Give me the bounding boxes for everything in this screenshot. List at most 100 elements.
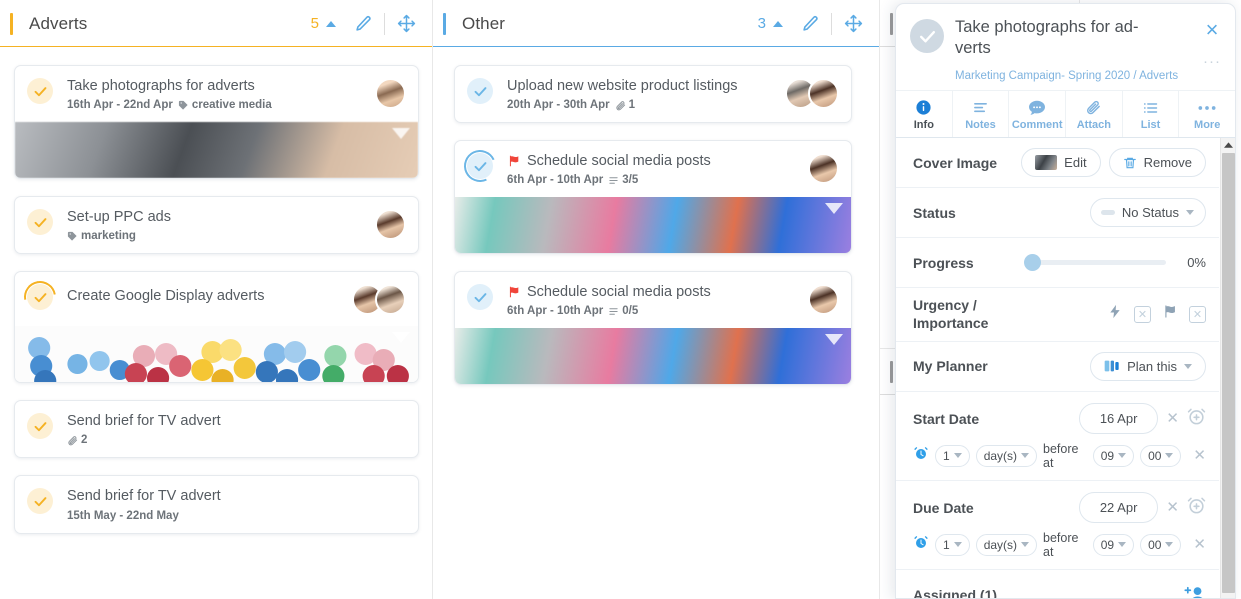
clear-due-date-button[interactable]: ✕ [1166, 500, 1179, 515]
paperclip-icon [616, 100, 625, 110]
reminder-minute-dropdown[interactable]: 00 [1140, 533, 1182, 556]
boxed-x-icon[interactable]: ✕ [1189, 305, 1206, 323]
move-column-handle[interactable] [840, 11, 866, 37]
remove-cover-button[interactable]: Remove [1108, 148, 1206, 178]
column-cards: Take photographs for adverts 16th Apr - … [0, 47, 433, 534]
start-date-value[interactable]: 16 Apr [1078, 403, 1159, 435]
task-assignee-avatars[interactable] [808, 284, 839, 316]
card-expand-caret[interactable] [392, 128, 410, 140]
notes-icon [953, 98, 1009, 117]
attachment-count: 1 [628, 99, 636, 112]
task-dates: 16th Apr - 22nd Apr [67, 99, 173, 112]
avatar [808, 153, 839, 185]
column-title: Adverts [29, 13, 88, 33]
lightning-icon[interactable] [1107, 303, 1123, 325]
add-assignee-icon[interactable] [1184, 585, 1206, 598]
scrollbar-thumb[interactable] [1222, 153, 1235, 594]
reminder-unit-dropdown[interactable]: day(s) [975, 444, 1038, 467]
column-accent-bar [443, 12, 446, 35]
chevron-down-icon [1021, 542, 1030, 548]
chevron-up-icon[interactable] [326, 20, 336, 27]
edit-column-button[interactable] [797, 11, 823, 37]
edit-column-button[interactable] [350, 11, 376, 37]
task-board-app: Adverts 5 Take photographs for adverts 1… [0, 0, 1241, 599]
close-icon[interactable]: × [1206, 19, 1219, 41]
avatar [375, 78, 406, 109]
task-card-title: Schedule social media posts [507, 283, 802, 301]
header-divider [831, 12, 832, 35]
task-assignee-avatars[interactable] [785, 78, 839, 109]
task-complete-checkbox[interactable] [27, 78, 53, 104]
reminder-amount-dropdown[interactable]: 1 [935, 533, 970, 556]
remove-start-reminder-button[interactable]: ✕ [1193, 448, 1206, 463]
task-assignee-avatars[interactable] [375, 78, 406, 109]
move-column-handle[interactable] [393, 11, 419, 37]
chevron-down-icon [1165, 542, 1174, 548]
panel-scrollbar[interactable] [1220, 138, 1235, 598]
tab-comment[interactable]: Comment [1009, 91, 1067, 138]
checklist-group: 0/5 [608, 305, 638, 317]
tab-list[interactable]: List [1123, 91, 1180, 138]
task-assignee-avatars[interactable] [808, 153, 839, 185]
task-card[interactable]: Send brief for TV advert 2 [14, 400, 419, 459]
clear-start-date-button[interactable]: ✕ [1166, 411, 1179, 426]
chevron-up-icon[interactable] [773, 20, 783, 27]
reminder-hour-dropdown[interactable]: 09 [1092, 444, 1135, 467]
column-cards: Upload new website product listings 20th… [433, 47, 880, 386]
task-card[interactable]: Send brief for TV advert 15th May - 22nd… [14, 475, 419, 534]
due-date-value[interactable]: 22 Apr [1078, 492, 1159, 524]
task-assignee-avatars[interactable] [375, 209, 406, 241]
task-assignee-avatars[interactable] [352, 284, 406, 316]
tab-more[interactable]: More [1179, 91, 1235, 137]
column-accent-bar [10, 12, 13, 35]
tab-label: Notes [965, 119, 996, 132]
task-complete-checkbox[interactable] [17, 274, 63, 320]
reminder-minute-dropdown[interactable]: 00 [1140, 444, 1182, 467]
chevron-down-icon [953, 453, 962, 459]
slider-handle[interactable] [1024, 254, 1041, 272]
task-complete-checkbox[interactable] [467, 284, 493, 311]
progress-slider[interactable] [1024, 254, 1166, 272]
reminder-amount-dropdown[interactable]: 1 [935, 444, 970, 467]
panel-header: Take photographs for ad- verts Marketing… [896, 4, 1235, 90]
remove-due-reminder-button[interactable]: ✕ [1193, 537, 1206, 552]
task-card[interactable]: Take photographs for adverts 16th Apr - … [14, 65, 419, 180]
info-icon [896, 98, 952, 117]
tab-attach[interactable]: Attach [1066, 91, 1123, 138]
scroll-up-arrow[interactable] [1221, 138, 1235, 153]
edit-cover-button[interactable]: Edit [1021, 148, 1101, 178]
assigned-label: Assigned (1) [913, 586, 998, 599]
paperclip-icon [1066, 98, 1122, 117]
task-card[interactable]: Schedule social media posts 6th Apr - 10… [454, 140, 852, 255]
task-complete-checkbox[interactable] [27, 413, 53, 440]
tab-notes[interactable]: Notes [953, 91, 1010, 138]
reminder-unit-dropdown[interactable]: day(s) [975, 533, 1038, 556]
status-dropdown[interactable]: No Status [1089, 198, 1206, 228]
task-dates: 6th Apr - 10th Apr [507, 305, 604, 318]
tab-info[interactable]: Info [896, 91, 953, 138]
progress-ring [17, 274, 63, 320]
task-complete-checkbox[interactable] [459, 145, 501, 187]
board-column-other: Other 3 Upload new website product listi… [433, 0, 880, 599]
task-card[interactable]: Set-up PPC ads marketing [14, 196, 419, 255]
card-expand-caret[interactable] [825, 203, 843, 215]
plan-this-button[interactable]: Plan this [1090, 351, 1206, 381]
task-complete-checkbox[interactable] [27, 209, 53, 236]
card-expand-caret[interactable] [392, 332, 410, 344]
add-start-reminder-icon[interactable] [1187, 407, 1206, 431]
task-complete-checkbox[interactable] [27, 488, 53, 515]
task-card[interactable]: Upload new website product listings 20th… [454, 65, 852, 124]
add-due-reminder-icon[interactable] [1187, 496, 1206, 520]
card-expand-caret[interactable] [825, 334, 843, 346]
task-complete-checkbox[interactable] [467, 78, 493, 104]
chevron-down-icon [1118, 453, 1127, 459]
boxed-x-icon[interactable]: ✕ [1134, 305, 1151, 323]
task-card[interactable]: Create Google Display adverts [14, 271, 419, 384]
more-options-icon[interactable]: ··· [1203, 53, 1221, 70]
task-complete-checkbox[interactable] [910, 19, 944, 53]
reminder-hour-value: 09 [1100, 448, 1115, 463]
flag-icon[interactable] [1162, 303, 1178, 325]
task-card[interactable]: Schedule social media posts 6th Apr - 10… [454, 271, 852, 386]
reminder-hour-dropdown[interactable]: 09 [1092, 533, 1135, 556]
card-cover-image [15, 122, 418, 179]
